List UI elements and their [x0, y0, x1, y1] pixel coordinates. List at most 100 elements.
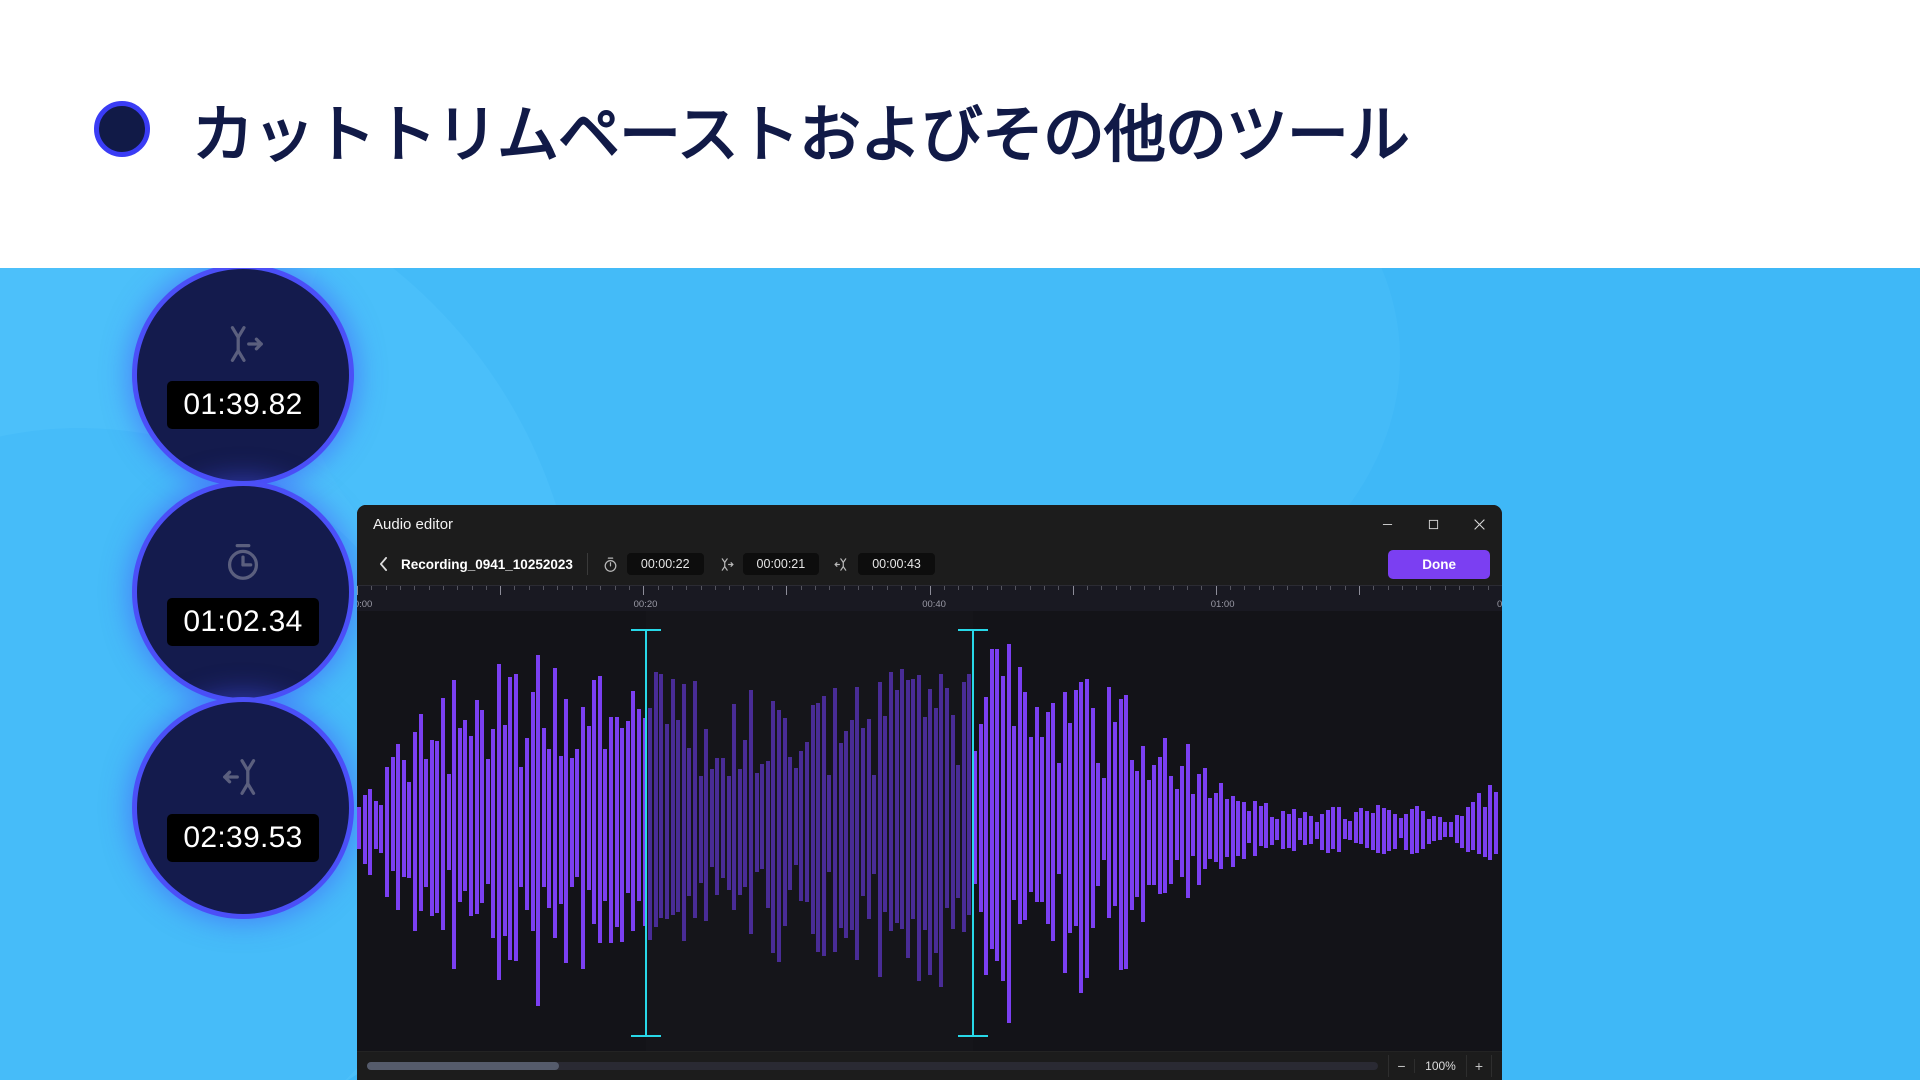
waveform-bar	[1208, 798, 1213, 831]
waveform-bar	[1365, 831, 1369, 848]
maximize-icon[interactable]	[1410, 505, 1456, 543]
waveform-canvas[interactable]	[357, 611, 1502, 1051]
waveform-bar	[1230, 796, 1235, 831]
waveform-bar	[446, 831, 451, 870]
waveform-bar	[978, 831, 983, 912]
waveform-bar	[1023, 691, 1028, 831]
waveform-bar	[497, 831, 501, 981]
waveform-bar	[827, 831, 832, 873]
waveform-bar	[530, 831, 535, 932]
waveform-bar	[765, 761, 770, 831]
waveform-bar	[1023, 831, 1028, 921]
waveform-bar	[1006, 644, 1011, 831]
waveform-bar	[474, 699, 479, 831]
waveform-bar	[1219, 782, 1224, 831]
horizontal-scrollbar[interactable]	[367, 1061, 1378, 1070]
waveform-bar	[1348, 831, 1353, 841]
waveform-bar	[1107, 687, 1112, 831]
waveform-bar	[1275, 831, 1280, 841]
waveform-bar	[1241, 831, 1246, 859]
waveform-bar	[379, 804, 384, 831]
waveform-bar	[1331, 831, 1336, 850]
waveform-bar	[368, 831, 373, 875]
waveform-bar	[1437, 816, 1442, 831]
waveform-bar	[928, 688, 933, 831]
waveform-bar	[1493, 831, 1498, 854]
waveform-bar	[1292, 809, 1297, 831]
selection-handle[interactable]	[958, 1035, 988, 1037]
waveform-bar	[838, 742, 843, 831]
waveform-bar	[373, 800, 378, 831]
waveform-bar	[900, 831, 905, 929]
trim-start-value[interactable]: 00:00:21	[742, 553, 820, 575]
waveform-bar	[760, 831, 765, 870]
waveform-bar	[362, 795, 367, 831]
waveform-bar	[1191, 793, 1196, 831]
waveform-bar	[866, 831, 871, 920]
timeline-ruler[interactable]: 00:00 00:20 00:40 01:00 0	[357, 585, 1502, 611]
waveform-bar	[1387, 831, 1392, 852]
ruler-tick-label: 00:40	[922, 599, 946, 610]
waveform-bar	[1236, 831, 1241, 856]
waveform-bar	[737, 831, 742, 896]
waveform-bar	[1432, 831, 1437, 841]
waveform-bar	[693, 831, 697, 919]
waveform-bar	[1073, 831, 1078, 926]
zoom-out-button[interactable]: −	[1388, 1054, 1414, 1077]
scrollbar-thumb[interactable]	[367, 1061, 560, 1070]
trim-end-value[interactable]: 00:00:43	[858, 553, 935, 575]
waveform-bar	[1286, 831, 1291, 849]
zoom-in-button[interactable]: +	[1466, 1054, 1492, 1077]
waveform-bar	[1085, 678, 1089, 831]
header-band: カットトリムペーストおよびその他のツール	[0, 0, 1920, 268]
selection-end-marker[interactable]	[972, 629, 974, 1037]
done-button[interactable]: Done	[1388, 549, 1490, 579]
header-content: カットトリムペーストおよびその他のツール	[94, 84, 1410, 174]
selection-start-marker[interactable]	[644, 629, 647, 1037]
waveform-bar	[553, 667, 557, 831]
waveform-bar	[844, 831, 849, 939]
waveform-bar	[1079, 831, 1084, 994]
waveform-bar	[1141, 745, 1145, 831]
waveform-bar	[760, 763, 765, 831]
waveform-bar	[1213, 831, 1218, 862]
close-icon[interactable]	[1456, 505, 1502, 543]
waveform-bar	[1101, 778, 1106, 831]
chevron-left-icon[interactable]	[371, 552, 395, 576]
total-duration-value[interactable]: 00:00:22	[626, 553, 704, 575]
trim-start-icon	[220, 321, 266, 367]
waveform-bar	[401, 831, 406, 877]
waveform-bar	[536, 654, 541, 831]
waveform-bar	[933, 708, 938, 831]
scroll-row: − 100% +	[357, 1051, 1502, 1079]
selection-handle[interactable]	[630, 629, 661, 631]
minimize-icon[interactable]	[1364, 505, 1410, 543]
waveform-bar	[1482, 807, 1487, 831]
selection-handle[interactable]	[958, 629, 988, 631]
waveform-area[interactable]	[357, 611, 1502, 1051]
waveform-bar	[491, 831, 496, 938]
waveform-bar	[726, 776, 731, 831]
waveform-bar	[788, 831, 793, 891]
waveform-bar	[1034, 831, 1039, 902]
waveform-bar	[620, 727, 625, 831]
waveform-bar	[967, 831, 972, 915]
waveform-bar	[653, 831, 658, 928]
waveform-bar	[1409, 831, 1414, 854]
waveform-bar	[1415, 831, 1420, 854]
waveform-bar	[508, 677, 513, 831]
waveform-bar	[805, 831, 809, 903]
waveform-bar	[592, 679, 597, 831]
waveform-bar	[1185, 831, 1190, 899]
waveform-bar	[1202, 767, 1207, 831]
field-trim-end: 00:00:43	[833, 553, 935, 575]
waveform-bar	[1353, 831, 1358, 844]
waveform-bar	[1085, 831, 1089, 979]
waveform-bar	[569, 758, 574, 831]
waveform-bar	[1017, 666, 1022, 831]
waveform-bar	[889, 831, 893, 932]
waveform-bar	[950, 831, 955, 930]
waveform-bar	[1090, 831, 1095, 928]
waveform-bar	[435, 741, 440, 831]
selection-handle[interactable]	[630, 1035, 661, 1037]
